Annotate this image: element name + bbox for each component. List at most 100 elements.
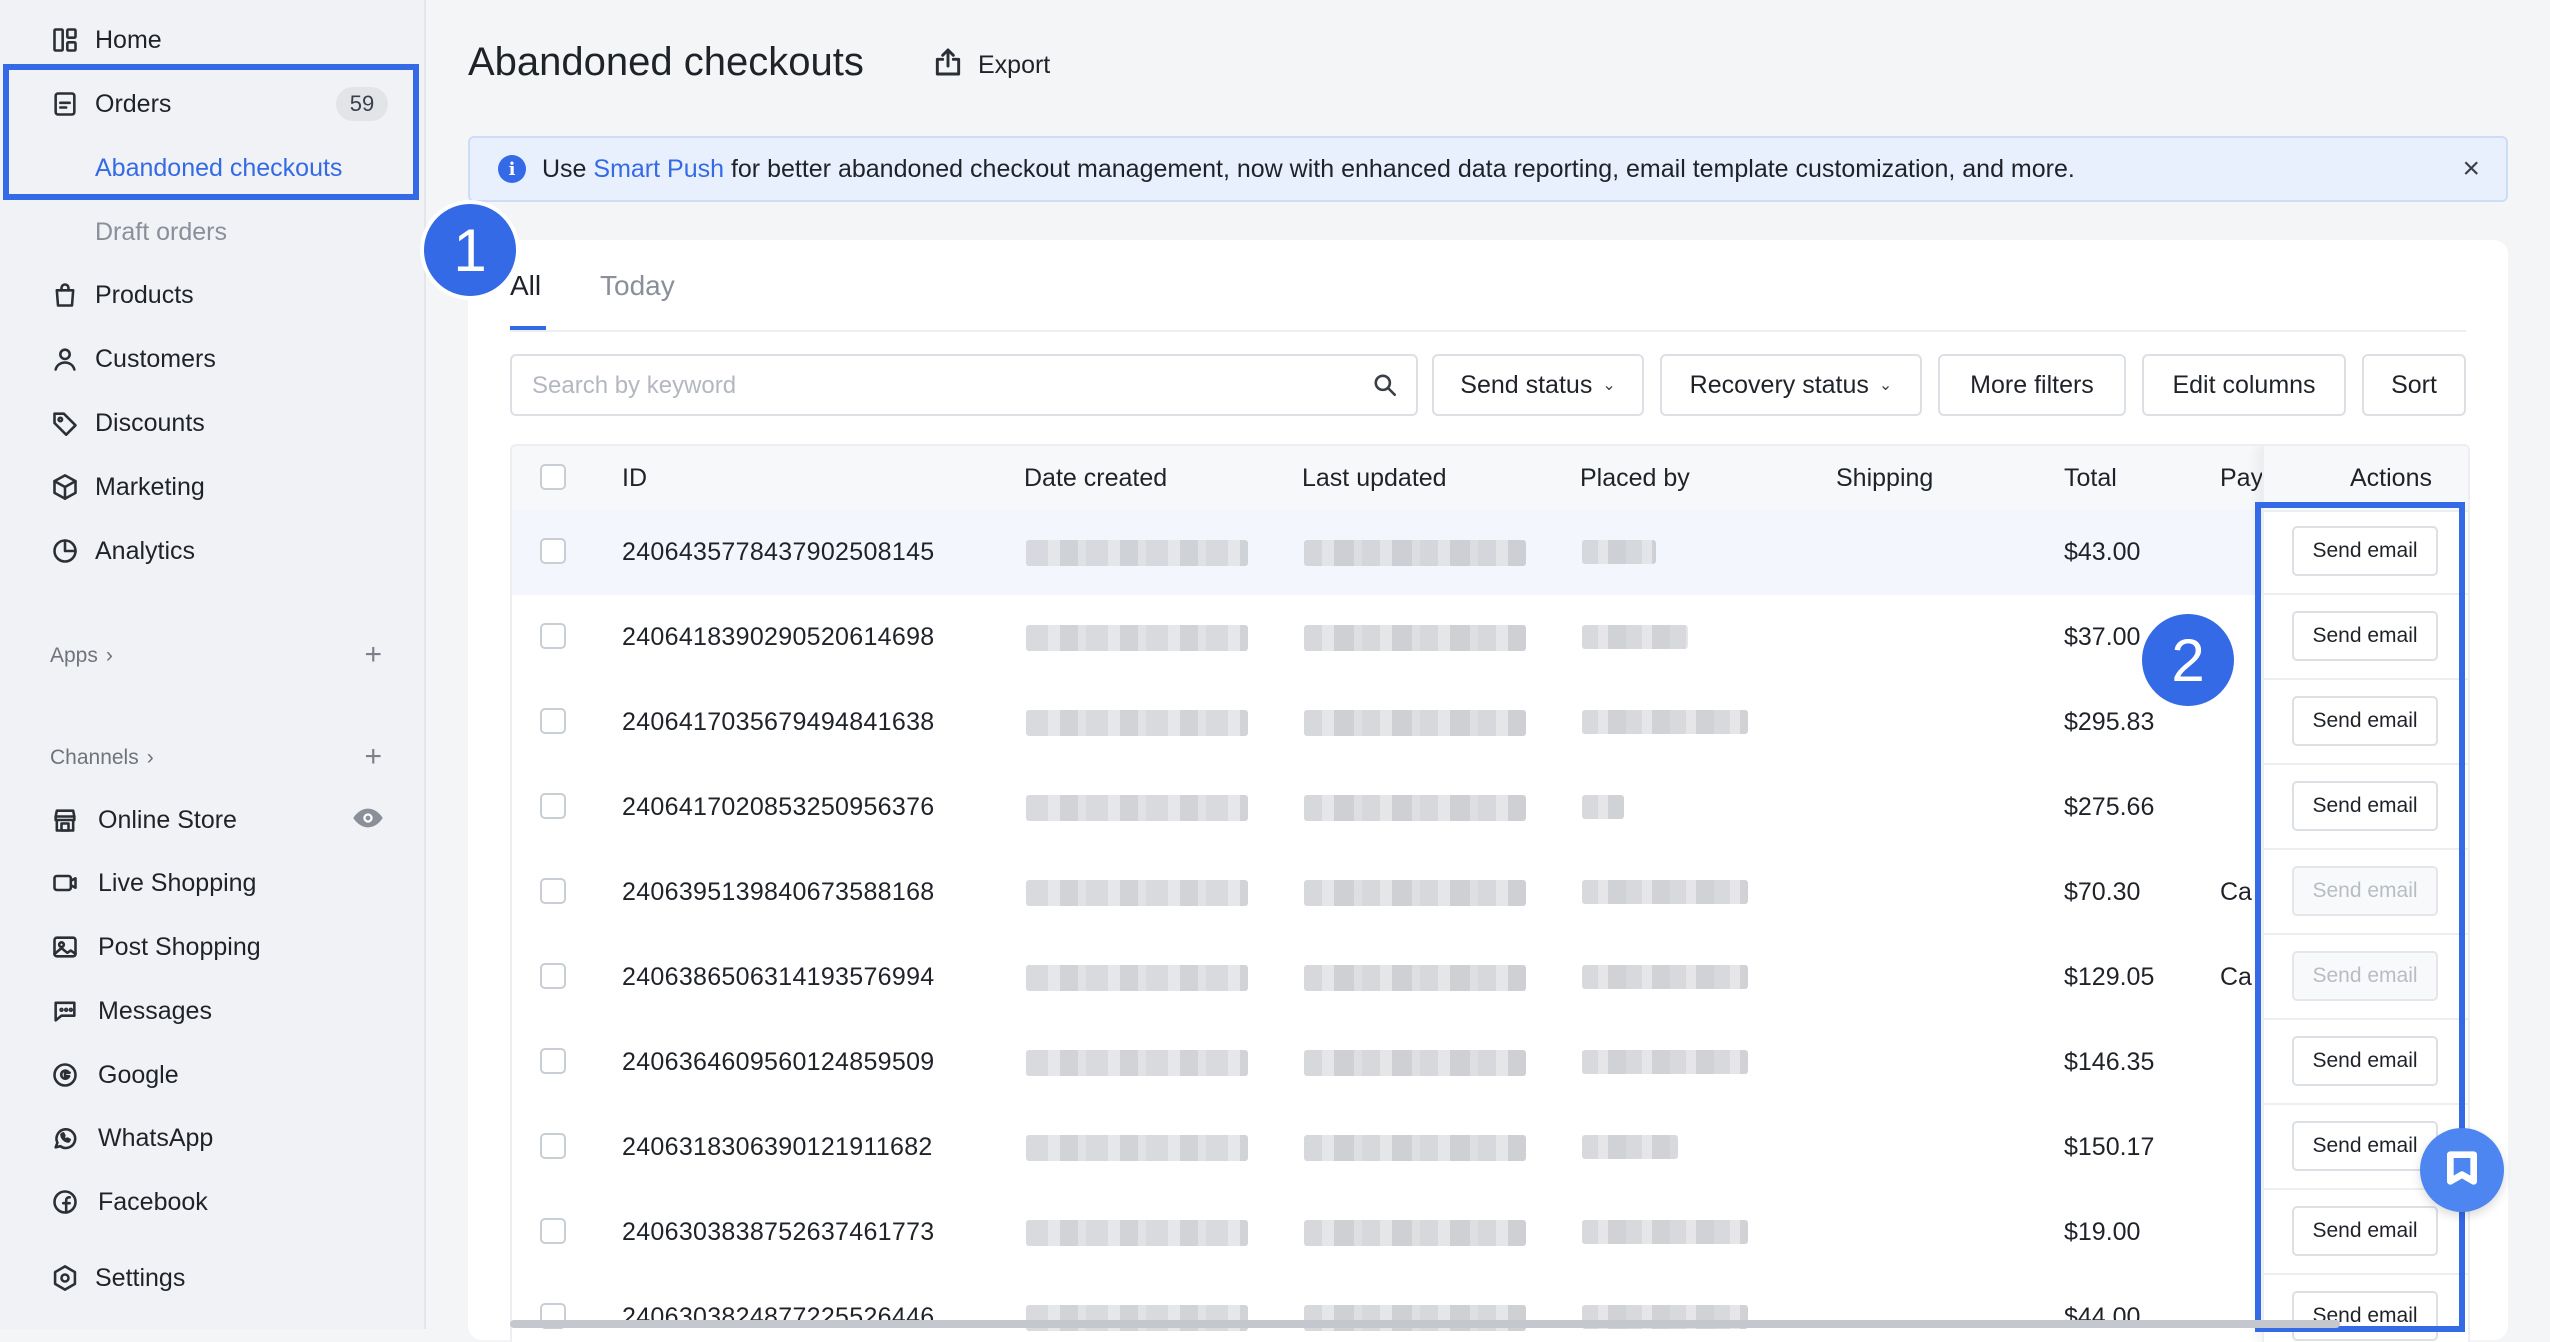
row-checkbox[interactable] — [540, 1048, 566, 1074]
sidebar-item-abandoned-checkouts[interactable]: Abandoned checkouts — [0, 138, 424, 198]
sidebar-item-marketing[interactable]: Marketing — [0, 457, 424, 517]
send-email-button[interactable]: Send email — [2292, 781, 2438, 831]
row-checkbox[interactable] — [540, 963, 566, 989]
export-button[interactable]: Export — [932, 46, 1050, 85]
table-row[interactable]: 2406395139840673588168 $70.30 Ca — [512, 850, 2468, 937]
checkout-total: $275.66 — [2064, 793, 2155, 821]
row-checkbox[interactable] — [540, 708, 566, 734]
table-row[interactable]: 2406386506314193576994 $129.05 Ca — [512, 935, 2468, 1022]
sidebar-item-customers[interactable]: Customers — [0, 329, 424, 389]
row-checkbox[interactable] — [540, 793, 566, 819]
redacted-placed-by — [1582, 880, 1748, 904]
search-input[interactable] — [530, 356, 1334, 416]
checkout-id[interactable]: 2406395139840673588168 — [622, 878, 934, 907]
edit-columns-label: Edit columns — [2172, 370, 2316, 399]
recovery-status-dropdown[interactable]: Recovery status ⌄ — [1660, 354, 1922, 416]
sidebar-item-label: Marketing — [95, 472, 205, 501]
image-icon — [50, 932, 80, 962]
table-row[interactable]: 2406303824877225526446 $44.00 — [512, 1275, 2468, 1342]
sidebar-item-draft-orders[interactable]: Draft orders — [0, 202, 424, 262]
sidebar-item-google[interactable]: Google — [0, 1045, 424, 1105]
redacted-placed-by — [1582, 1135, 1678, 1159]
sidebar-item-facebook[interactable]: Facebook — [0, 1172, 424, 1232]
sidebar-item-products[interactable]: Products — [0, 265, 424, 325]
sidebar-item-analytics[interactable]: Analytics — [0, 521, 424, 581]
checkout-total: $43.00 — [2064, 538, 2141, 566]
actions-cell: Send email — [2264, 680, 2468, 765]
sidebar-item-post-shopping[interactable]: Post Shopping — [0, 917, 424, 977]
send-email-button[interactable]: Send email — [2292, 526, 2438, 576]
checkout-id[interactable]: 2406318306390121911682 — [622, 1133, 933, 1162]
edit-columns-button[interactable]: Edit columns — [2142, 354, 2346, 416]
row-checkbox[interactable] — [540, 623, 566, 649]
sort-button[interactable]: Sort — [2362, 354, 2466, 416]
row-checkbox[interactable] — [540, 878, 566, 904]
column-header-total: Total — [2064, 464, 2117, 492]
table-row[interactable]: 2406417020853250956376 $275.66 — [512, 765, 2468, 852]
channels-section-title[interactable]: Channels › — [50, 746, 154, 770]
checkout-id[interactable]: 2406417035679494841638 — [622, 708, 934, 737]
checkout-total: $19.00 — [2064, 1218, 2141, 1246]
sidebar-item-label: Products — [95, 280, 194, 309]
tab-today[interactable]: Today — [600, 270, 675, 302]
sidebar-item-label: Facebook — [98, 1187, 208, 1216]
checkout-id[interactable]: 2406364609560124859509 — [622, 1048, 934, 1077]
row-checkbox[interactable] — [540, 538, 566, 564]
horizontal-scrollbar[interactable] — [510, 1320, 2340, 1328]
checkout-id[interactable]: 2406435778437902508145 — [622, 538, 934, 567]
redacted-date-created — [1026, 710, 1248, 736]
close-icon[interactable]: × — [2462, 154, 2480, 184]
banner-prefix: Use — [542, 154, 594, 183]
sidebar-item-live-shopping[interactable]: Live Shopping — [0, 853, 424, 913]
more-filters-button[interactable]: More filters — [1938, 354, 2126, 416]
sidebar-item-online-store[interactable]: Online Store — [0, 790, 424, 850]
smart-push-link[interactable]: Smart Push — [593, 155, 724, 183]
google-icon — [50, 1060, 80, 1090]
search-icon[interactable] — [1372, 372, 1398, 403]
redacted-placed-by — [1582, 965, 1748, 989]
send-email-button[interactable]: Send email — [2292, 1121, 2438, 1171]
row-checkbox[interactable] — [540, 1218, 566, 1244]
tab-all[interactable]: All — [510, 270, 541, 302]
table-row[interactable]: 2406303838752637461773 $19.00 — [512, 1190, 2468, 1277]
send-email-button[interactable]: Send email — [2292, 1291, 2438, 1341]
redacted-placed-by — [1582, 540, 1656, 564]
sidebar: Home Orders 59 Abandoned checkouts Draft… — [0, 0, 426, 1329]
sidebar-item-whatsapp[interactable]: WhatsApp — [0, 1108, 424, 1168]
support-chat-button[interactable] — [2420, 1128, 2504, 1212]
chevron-right-icon: › — [146, 746, 154, 769]
checkout-id[interactable]: 2406417020853250956376 — [622, 793, 934, 822]
checkout-id[interactable]: 2406386506314193576994 — [622, 963, 934, 992]
sidebar-item-settings[interactable]: Settings — [0, 1248, 424, 1308]
eye-icon[interactable] — [352, 802, 384, 839]
send-email-button[interactable]: Send email — [2292, 611, 2438, 661]
redacted-date-created — [1026, 1135, 1248, 1161]
sidebar-item-discounts[interactable]: Discounts — [0, 393, 424, 453]
add-app-icon[interactable]: + — [364, 640, 382, 670]
table-row[interactable]: 2406364609560124859509 $146.35 — [512, 1020, 2468, 1107]
apps-section-title[interactable]: Apps › — [50, 644, 113, 668]
checkout-id[interactable]: 2406418390290520614698 — [622, 623, 934, 652]
table-row[interactable]: 2406435778437902508145 $43.00 — [512, 510, 2468, 597]
send-email-button[interactable]: Send email — [2292, 1036, 2438, 1086]
orders-count-badge: 59 — [336, 87, 388, 121]
sidebar-item-orders[interactable]: Orders 59 — [0, 74, 424, 134]
sidebar-item-home[interactable]: Home — [0, 10, 424, 70]
cube-icon — [50, 472, 80, 502]
redacted-date-created — [1026, 540, 1248, 566]
checkout-total: $129.05 — [2064, 963, 2155, 991]
checkout-id[interactable]: 2406303838752637461773 — [622, 1218, 934, 1247]
sidebar-item-messages[interactable]: Messages — [0, 981, 424, 1041]
add-channel-icon[interactable]: + — [364, 742, 382, 772]
sidebar-item-label: Post Shopping — [98, 932, 261, 961]
checkout-payment: Ca — [2220, 878, 2252, 906]
redacted-last-updated — [1304, 1220, 1526, 1246]
send-email-button[interactable]: Send email — [2292, 1206, 2438, 1256]
row-checkbox[interactable] — [540, 1133, 566, 1159]
checkouts-table: ID Date created Last updated Placed by S… — [510, 444, 2470, 1342]
send-email-button[interactable]: Send email — [2292, 696, 2438, 746]
sidebar-item-label: Customers — [95, 344, 216, 373]
send-status-dropdown[interactable]: Send status ⌄ — [1432, 354, 1644, 416]
select-all-checkbox[interactable] — [540, 464, 566, 490]
table-row[interactable]: 2406318306390121911682 $150.17 — [512, 1105, 2468, 1192]
